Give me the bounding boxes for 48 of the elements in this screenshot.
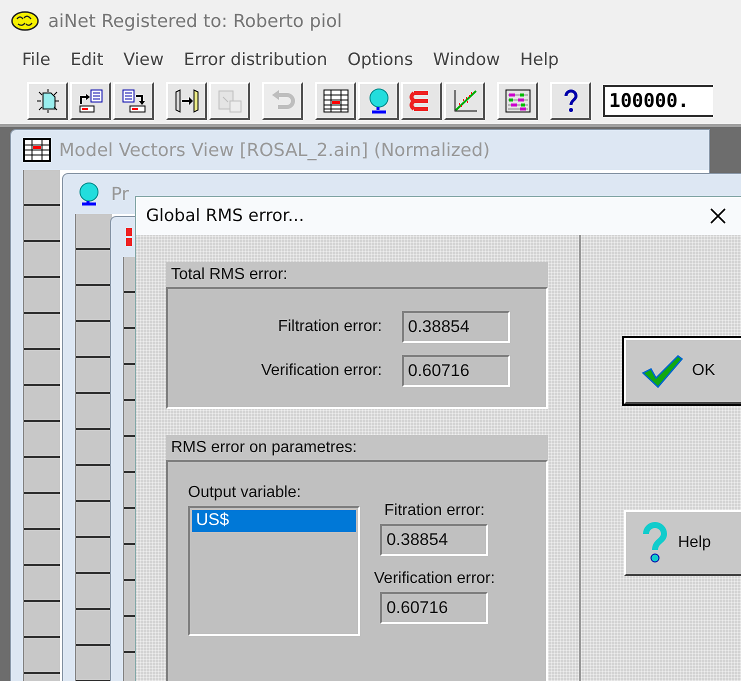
menu-item[interactable]: Edit: [60, 50, 114, 70]
toolbar-button[interactable]: [497, 82, 538, 120]
question-mark-icon: [640, 522, 670, 564]
field-label: Fitration error:: [384, 502, 485, 520]
value-field[interactable]: 0.38854: [402, 311, 510, 343]
toolbar-button[interactable]: [315, 82, 356, 120]
arrow-between-bars-icon: [172, 88, 200, 114]
dialog-title: Global RMS error...: [146, 206, 304, 226]
field-label: Verification error:: [374, 570, 495, 588]
group-title: RMS error on parametres:: [171, 438, 357, 456]
toolbar-button[interactable]: [70, 82, 111, 120]
ok-button[interactable]: OK: [624, 338, 741, 404]
toolbar-button[interactable]: [358, 82, 399, 120]
table-icon: [322, 88, 350, 114]
help-button[interactable]: Help: [624, 510, 741, 576]
menu-item[interactable]: File: [12, 50, 60, 70]
toolbar-button[interactable]: [27, 82, 68, 120]
value-field[interactable]: 0.38854: [380, 524, 488, 556]
field-label: Filtration error:: [278, 318, 382, 336]
toolbar-button[interactable]: [113, 82, 154, 120]
menu-item[interactable]: Error distribution: [174, 50, 338, 70]
document-arrow-icon: [76, 88, 104, 114]
app-title: aiNet Registered to: Roberto piol: [48, 10, 342, 32]
document-arrow-icon: [120, 88, 148, 114]
abacus-icon: [504, 88, 532, 114]
menu-item[interactable]: Window: [423, 50, 510, 70]
checkmark-icon: [640, 353, 684, 389]
toolbar-button[interactable]: [401, 82, 442, 120]
sparkling-page-icon: [34, 88, 60, 114]
value-field[interactable]: 100000.: [603, 85, 713, 117]
menu-item[interactable]: View: [113, 50, 174, 70]
value-field[interactable]: 0.60716: [380, 592, 488, 624]
toolbar-button[interactable]: [444, 82, 485, 120]
value-field[interactable]: 0.60716: [402, 355, 510, 387]
brain-icon: [10, 10, 40, 32]
menu-item[interactable]: Help: [510, 50, 569, 70]
toolbar-button[interactable]: [550, 82, 591, 120]
menu-item[interactable]: Options: [337, 50, 424, 70]
list-item[interactable]: US$: [192, 510, 356, 532]
list-label: Output variable:: [188, 484, 302, 502]
window-title: Pr: [111, 184, 129, 204]
field-label: Verification error:: [261, 362, 382, 380]
close-icon[interactable]: [708, 206, 728, 226]
toolbar-button[interactable]: [166, 82, 207, 120]
group-title: Total RMS error:: [171, 266, 288, 284]
window-title: Model Vectors View [ROSAL_2.ain] (Normalized): [59, 140, 490, 160]
table-icon: [23, 138, 51, 162]
clipboard-icon: [216, 88, 244, 114]
